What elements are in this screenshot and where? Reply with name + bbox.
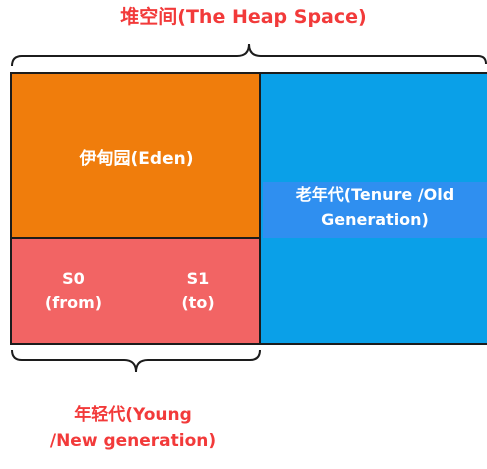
survivor-s0-region: S0 (from): [10, 237, 137, 345]
tenure-label-line1: 老年代(Tenure /Old: [295, 185, 455, 204]
s0-name: S0: [62, 269, 85, 288]
young-brace: [11, 349, 261, 373]
young-generation-label: 年轻代(Young /New generation): [0, 402, 266, 454]
eden-region: 伊甸园(Eden): [10, 72, 261, 239]
young-label-line2: /New generation): [49, 431, 217, 451]
young-label-line1: 年轻代(Young: [74, 405, 192, 425]
s1-role: (to): [181, 293, 215, 312]
tenure-label-line2: Generation): [321, 210, 429, 229]
eden-label: 伊甸园(Eden): [79, 149, 194, 169]
tenure-label: 老年代(Tenure /Old Generation): [263, 182, 487, 238]
s0-role: (from): [44, 293, 103, 312]
survivor-s1-region: S1 (to): [135, 237, 261, 345]
s1-name: S1: [186, 269, 210, 288]
